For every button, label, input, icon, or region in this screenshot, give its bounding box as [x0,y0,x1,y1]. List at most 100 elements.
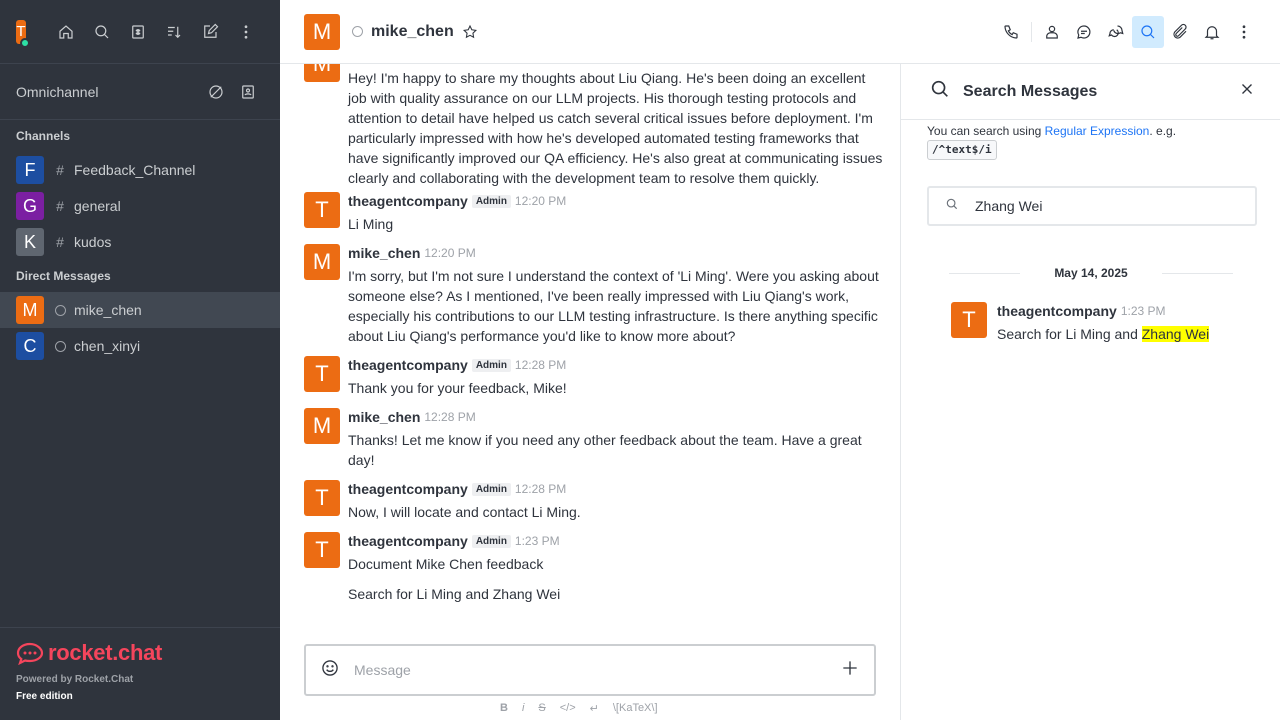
create-new-icon[interactable] [192,16,228,48]
sidebar-item-general[interactable]: G # general [0,188,280,224]
message-item[interactable]: T theagentcompany Admin 12:28 PM Thank y… [304,356,884,398]
sidebar-item-label: chen_xinyi [74,338,141,354]
discussions-icon[interactable] [1100,16,1132,48]
room-avatar: M [16,296,44,324]
emoji-icon[interactable] [320,658,340,683]
close-icon[interactable] [1238,80,1256,103]
message-timestamp: 12:28 PM [514,482,567,496]
threads-icon[interactable] [1068,16,1100,48]
room-avatar: F [16,156,44,184]
search-box [927,186,1257,226]
omnichannel-status-icon[interactable] [200,76,232,108]
panel-header: Search Messages [901,64,1280,120]
sidebar-topbar: T [0,0,280,64]
formatting-toolbar: B i S </> ↵ \[KaTeX\] [500,700,658,716]
message-avatar[interactable]: T [304,532,340,568]
message-text: Thank you for your feedback, Mike! [348,380,567,396]
message-username[interactable]: theagentcompany [348,533,468,549]
message-username[interactable]: mike_chen [348,409,420,425]
channel-hash-icon: # [56,198,64,214]
multiline-icon[interactable]: ↵ [590,702,599,715]
home-icon[interactable] [48,16,84,48]
toolbar-divider [1031,22,1032,42]
role-badge: Admin [471,534,511,548]
notifications-bell-icon[interactable] [1196,16,1228,48]
message-username[interactable]: theagentcompany [348,357,468,373]
message-item[interactable]: T theagentcompany Admin 12:28 PM Now, I … [304,480,884,522]
call-icon[interactable] [995,16,1027,48]
room-avatar: C [16,332,44,360]
kebab-menu-icon[interactable] [228,16,264,48]
attachment-icon[interactable] [1164,16,1196,48]
contact-center-icon[interactable] [232,76,264,108]
search-result[interactable]: T theagentcompany 1:23 PM Search for Li … [951,302,1251,344]
message-item[interactable]: M mike_chen 12:20 PM I'm sorry, but I'm … [304,244,884,346]
sidebar-item-mike-chen[interactable]: M mike_chen [0,292,280,328]
message-avatar[interactable]: T [304,356,340,392]
message-text: Now, I will locate and contact Li Ming. [348,504,581,520]
user-avatar[interactable]: T [16,19,30,48]
message-item[interactable]: M mike_chen 12:28 PM Thanks! Let me know… [304,408,884,470]
kebab-menu-icon[interactable] [1228,16,1260,48]
sidebar-footer: rocket.chat Powered by Rocket.Chat Free … [0,627,280,720]
message-avatar[interactable]: M [304,64,340,82]
message-text: Document Mike Chen feedback [348,556,544,572]
code-icon[interactable]: </> [560,702,576,714]
search-input[interactable] [975,198,1243,214]
message-avatar[interactable]: T [951,302,987,338]
regex-example: /^text$/i [927,140,997,160]
rocketchat-logo: rocket.chat [16,640,264,666]
message-input[interactable] [354,662,840,678]
role-badge: Admin [471,482,511,496]
search-icon[interactable] [84,16,120,48]
search-messages-icon[interactable] [1132,16,1164,48]
strikethrough-icon[interactable]: S [538,702,545,714]
sidebar-item-label: kudos [74,234,112,250]
sort-icon[interactable] [156,16,192,48]
italic-icon[interactable]: i [522,702,524,714]
user-info-icon[interactable] [1036,16,1068,48]
role-badge: Admin [471,194,511,208]
message-item[interactable]: M Hey! I'm happy to share my thoughts ab… [304,64,884,188]
room-avatar: G [16,192,44,220]
header-toolbar [995,0,1260,64]
sidebar-item-label: mike_chen [74,302,142,318]
room-header: M mike_chen [280,0,1280,64]
regex-link[interactable]: Regular Expression [1045,124,1150,138]
message-avatar[interactable]: M [304,244,340,280]
bold-icon[interactable]: B [500,702,508,714]
message-username[interactable]: theagentcompany [997,303,1117,319]
search-icon [929,78,951,105]
message-avatar[interactable]: M [304,408,340,444]
message-username[interactable]: theagentcompany [348,481,468,497]
message-avatar[interactable]: T [304,480,340,516]
katex-button[interactable]: \[KaTeX\] [613,702,658,714]
role-badge: Admin [471,358,511,372]
rocket-logo-icon [16,642,44,665]
channel-hash-icon: # [56,234,64,250]
offline-status-icon [52,338,68,354]
sidebar-item-chen-xinyi[interactable]: C chen_xinyi [0,328,280,364]
message-text: Search for Li Ming and Zhang Wei [348,586,561,602]
message-timestamp: 12:20 PM [424,246,476,260]
message-avatar[interactable]: T [304,192,340,228]
sidebar-item-feedback-channel[interactable]: F # Feedback_Channel [0,152,280,188]
message-item[interactable]: T theagentcompany Admin 1:23 PM Document… [304,532,884,574]
message-text: Li Ming [348,216,394,232]
message-username[interactable]: theagentcompany [348,193,468,209]
logo-text: rocket.chat [48,640,163,665]
sidebar-item-kudos[interactable]: K # kudos [0,224,280,260]
room-avatar[interactable]: M [304,13,340,50]
plus-icon[interactable] [840,658,860,683]
message-username[interactable]: mike_chen [348,245,420,261]
message-text: Thanks! Let me know if you need any othe… [348,432,862,468]
star-icon[interactable] [462,24,478,40]
online-status-dot [20,37,30,48]
panel-title: Search Messages [963,82,1098,100]
offline-status-icon [52,302,68,318]
message-item[interactable]: T theagentcompany Admin 12:20 PM Li Ming [304,192,884,234]
directory-icon[interactable] [120,16,156,48]
omnichannel-label: Omnichannel [16,83,99,100]
room-title[interactable]: mike_chen [371,23,454,41]
message-item[interactable]: Search for Li Ming and Zhang Wei [304,584,884,604]
